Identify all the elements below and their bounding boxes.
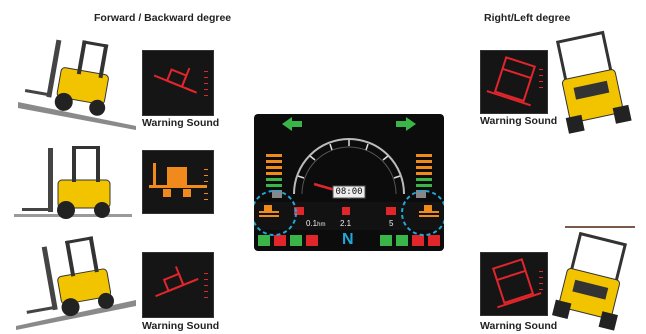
gear-indicator: N: [342, 231, 354, 248]
forward-tilt-indicator-panel: [142, 50, 214, 116]
forklift-left-tilt-icon: [491, 258, 543, 309]
forklift-forward-tilt-icon: [153, 67, 208, 96]
right-left-heading: Right/Left degree: [484, 12, 571, 24]
forklift-left-tilt-photo: [552, 232, 628, 331]
readout-left-group: 0.1hm: [306, 219, 325, 228]
forklift-backward-tilt-photo: [16, 236, 136, 330]
warning-sound-label-backward: Warning Sound: [142, 320, 220, 332]
level-indicator-panel: [142, 150, 214, 214]
forklift-right-tilt-photo: [555, 30, 632, 134]
backward-tilt-indicator-panel: [142, 252, 214, 318]
green-arrow-left-icon: [282, 117, 302, 131]
forklift-level-icon: [149, 163, 208, 200]
dashboard-clock: 08:00: [335, 187, 363, 197]
forklift-forward-tilt-photo: [18, 39, 136, 130]
forklift-backward-tilt-icon: [155, 266, 208, 298]
right-divider-line: [565, 226, 635, 228]
right-tilt-indicator-panel: [480, 50, 548, 114]
readout-mid-value: 2.1: [340, 219, 352, 228]
dashboard-display: 08:00 0.1hm 2.1 5 N: [251, 114, 447, 251]
forklift-level-photo: [14, 146, 132, 219]
warning-sound-label-left: Warning Sound: [480, 320, 558, 332]
warning-sound-label-right: Warning Sound: [480, 115, 558, 127]
readout-left-unit: hm: [317, 222, 326, 228]
forklift-right-tilt-icon: [486, 56, 543, 107]
green-arrow-right-icon: [396, 117, 416, 131]
warning-sound-label-forward: Warning Sound: [142, 117, 220, 129]
forward-backward-heading: Forward / Backward degree: [94, 12, 232, 24]
readout-right-value: 5: [389, 219, 394, 228]
left-tilt-indicator-panel: [480, 252, 548, 316]
readout-left-value: 0.1: [306, 219, 318, 228]
